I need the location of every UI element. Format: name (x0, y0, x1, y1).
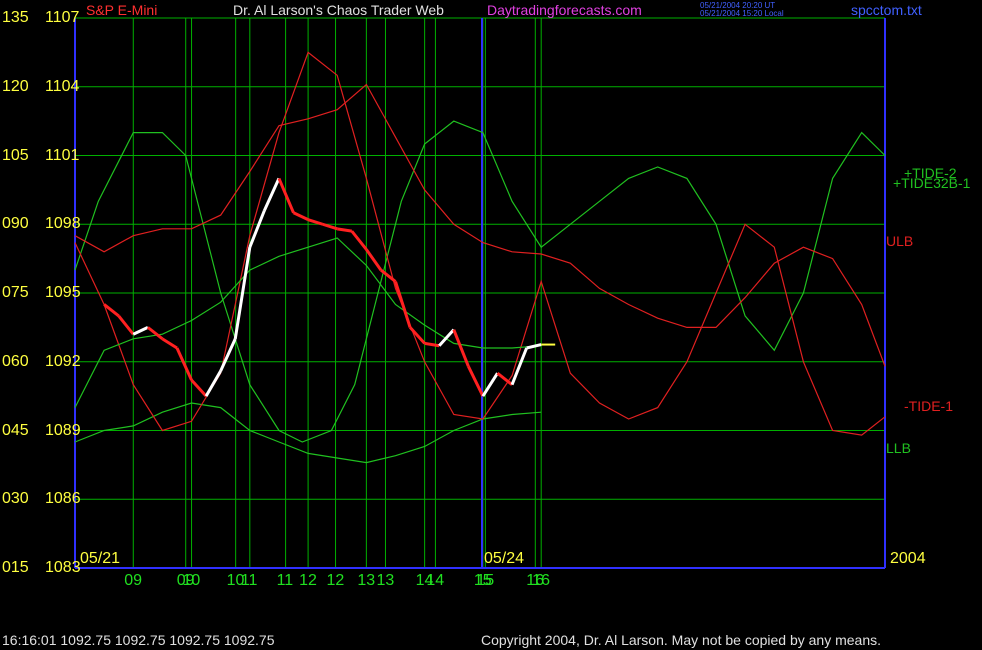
price-segment (336, 227, 353, 233)
price-segment (190, 379, 208, 398)
chart-title: Dr. Al Larson's Chaos Trader Web (233, 2, 444, 18)
price-segment (394, 281, 412, 328)
price-segment (219, 338, 237, 372)
price-segment (146, 326, 164, 341)
price-segment (263, 177, 281, 212)
x-tick-label: 12 (299, 572, 317, 589)
series-line (74, 51, 886, 436)
price-segment (526, 343, 542, 350)
price-segment (365, 248, 383, 271)
quote-readout: 16:16:01 1092.75 1092.75 1092.75 1092.75 (2, 632, 275, 648)
price-segment (161, 337, 178, 350)
x-tick-label: 13 (357, 572, 376, 589)
x-tick-label: 10 (226, 572, 245, 589)
y-tick-label: 075 (2, 284, 29, 301)
price-segment (452, 329, 470, 367)
legend-label: -TIDE-1 (904, 398, 953, 414)
legend-label: LLB (886, 440, 911, 456)
price-segment (132, 326, 149, 336)
file-name: spcctom.txt (851, 2, 922, 18)
price-tick-label: 1107 (45, 9, 80, 26)
x-tick-label: 11 (276, 572, 294, 589)
date-label: 05/21 (80, 550, 121, 567)
price-tick-label: 1101 (45, 146, 80, 164)
symbol-label: S&P E-Mini (86, 2, 158, 18)
price-segment (424, 341, 440, 348)
price-tick-label: 1086 (45, 490, 81, 508)
y-tick-label: 120 (2, 77, 29, 95)
price-segment (307, 218, 324, 226)
y-tick-label: 090 (2, 215, 29, 233)
price-segment (466, 365, 485, 397)
x-tick-label: 15 (476, 572, 495, 589)
price-segment (117, 314, 135, 336)
price-segment (380, 268, 397, 283)
x-tick-label: 09 (124, 572, 143, 589)
y-tick-label: 030 (2, 490, 29, 508)
price-segment (438, 328, 455, 347)
legend-label: +TIDE32B-1 (893, 175, 971, 191)
legend-label: ULB (886, 233, 914, 249)
x-tick-label: 09 (176, 572, 195, 589)
price-tick-label: 1104 (45, 77, 80, 95)
x-tick-label: 13 (376, 572, 395, 589)
time-local: 05/21/2004 15:20 Local (700, 9, 784, 18)
price-segment (175, 347, 193, 381)
series-line (74, 83, 886, 367)
date-label: 05/24 (484, 550, 525, 567)
x-tick-label: 16 (526, 572, 545, 589)
y-tick-label: 015 (2, 559, 29, 576)
price-segment (292, 211, 309, 222)
price-tick-label: 1083 (45, 559, 81, 576)
price-segment (408, 326, 426, 345)
y-tick-label: 045 (2, 421, 29, 439)
copyright: Copyright 2004, Dr. Al Larson. May not b… (481, 632, 882, 648)
x-tick-label: 14 (426, 572, 445, 589)
series-line (74, 120, 886, 443)
price-tick-label: 1098 (45, 215, 81, 233)
y-tick-label: 135 (2, 9, 29, 26)
chart-window: S&P E-Mini Dr. Al Larson's Chaos Trader … (0, 0, 982, 650)
y-tick-label: 105 (2, 146, 29, 164)
site-link[interactable]: Daytradingforecasts.com (487, 2, 642, 18)
price-tick-label: 1095 (45, 284, 81, 301)
price-segment (350, 230, 368, 251)
price-segment (277, 177, 295, 214)
price-tick-label: 1092 (45, 352, 81, 370)
y-tick-label: 060 (2, 352, 29, 370)
date-label: 2004 (890, 550, 926, 567)
price-segment (204, 370, 222, 397)
x-tick-label: 12 (326, 572, 345, 589)
price-tick-label: 1089 (45, 421, 81, 439)
